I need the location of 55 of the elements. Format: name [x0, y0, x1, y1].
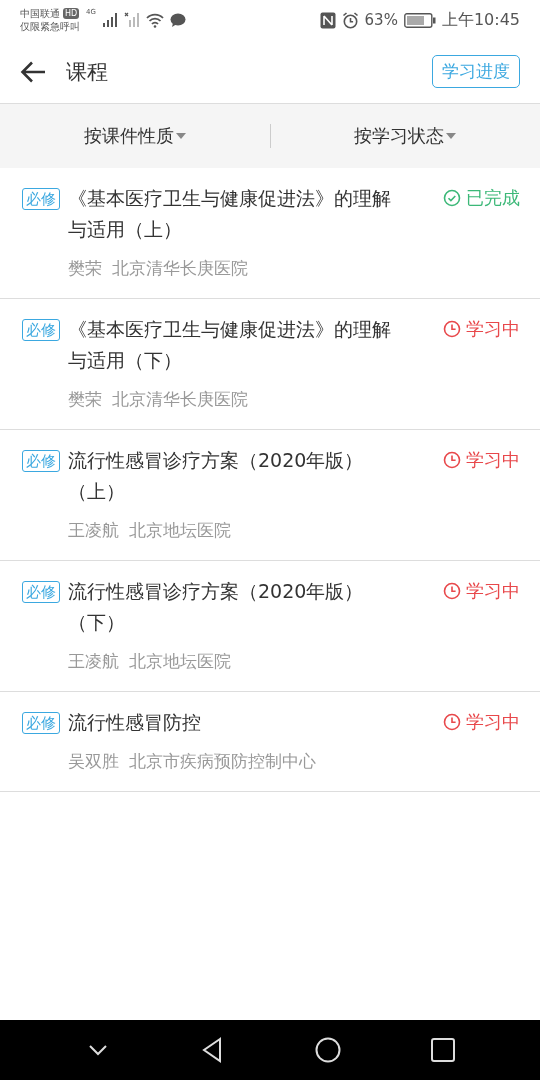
dropdown-triangle-icon	[175, 132, 186, 140]
teacher-name: 王凌航	[68, 650, 119, 673]
course-title: 《基本医疗卫生与健康促进法》的理解与适用（上）	[68, 186, 392, 242]
hospital-name: 北京清华长庚医院	[112, 388, 248, 411]
emergency-calls-text: 仅限紧急呼叫	[20, 20, 80, 33]
signal-icon	[101, 12, 118, 28]
hospital-name: 北京地坛医院	[129, 519, 231, 542]
teacher-name: 吴双胜	[68, 750, 119, 773]
clock-icon	[443, 320, 461, 338]
status-label: 学习中	[466, 579, 520, 603]
battery-icon	[403, 12, 436, 28]
teacher-name: 樊荣	[68, 257, 102, 280]
dropdown-triangle-icon	[446, 132, 457, 140]
back-arrow-icon[interactable]	[20, 60, 46, 83]
carrier-name: 中国联通	[20, 7, 60, 20]
teacher-name: 王凌航	[68, 519, 119, 542]
message-icon	[169, 12, 186, 28]
required-tag: 必修	[22, 188, 60, 210]
course-title: 流行性感冒防控	[68, 710, 202, 735]
teacher-name: 樊荣	[68, 388, 102, 411]
check-circle-icon	[443, 189, 461, 207]
status-label: 学习中	[466, 317, 520, 341]
clock-icon	[443, 582, 461, 600]
clock-icon	[443, 451, 461, 469]
clock-icon	[443, 713, 461, 731]
hd-badge: HD	[63, 8, 80, 19]
wifi-icon	[145, 12, 164, 28]
course-item[interactable]: 必修 《基本医疗卫生与健康促进法》的理解与适用（上） 樊荣 北京清华长庚医院 已完成	[0, 168, 540, 299]
course-title: 流行性感冒诊疗方案（2020年版）（下）	[68, 579, 365, 635]
course-title: 《基本医疗卫生与健康促进法》的理解与适用（下）	[68, 317, 392, 373]
no-signal-icon	[123, 12, 140, 28]
course-item[interactable]: 必修 《基本医疗卫生与健康促进法》的理解与适用（下） 樊荣 北京清华长庚医院 学习中	[0, 299, 540, 430]
course-item[interactable]: 必修 流行性感冒防控 吴双胜 北京市疾病预防控制中心 学习中	[0, 692, 540, 792]
hospital-name: 北京地坛医院	[129, 650, 231, 673]
status-label: 已完成	[466, 186, 520, 210]
filter-dropdown[interactable]: 按学习状态	[354, 124, 457, 148]
required-tag: 必修	[22, 450, 60, 472]
course-item[interactable]: 必修 流行性感冒诊疗方案（2020年版）（上） 王凌航 北京地坛医院 学习中	[0, 430, 540, 561]
status-label: 学习中	[466, 710, 520, 734]
alarm-icon	[341, 11, 359, 29]
hospital-name: 北京清华长庚医院	[112, 257, 248, 280]
page-title: 课程	[66, 58, 109, 86]
clock-time: 上午10:45	[441, 9, 520, 31]
battery-percent: 63%	[364, 11, 398, 29]
recent-apps-icon[interactable]	[429, 1037, 456, 1063]
home-icon[interactable]	[314, 1037, 341, 1063]
required-tag: 必修	[22, 319, 60, 341]
filter-dropdown[interactable]: 按课件性质	[83, 124, 186, 148]
required-tag: 必修	[22, 581, 60, 603]
course-title: 流行性感冒诊疗方案（2020年版）（上）	[68, 448, 365, 504]
course-item[interactable]: 必修 流行性感冒诊疗方案（2020年版）（下） 王凌航 北京地坛医院 学习中	[0, 561, 540, 692]
hospital-name: 北京市疾病预防控制中心	[129, 750, 316, 773]
status-label: 学习中	[466, 448, 520, 472]
nfc-icon	[319, 11, 336, 29]
required-tag: 必修	[22, 712, 60, 734]
